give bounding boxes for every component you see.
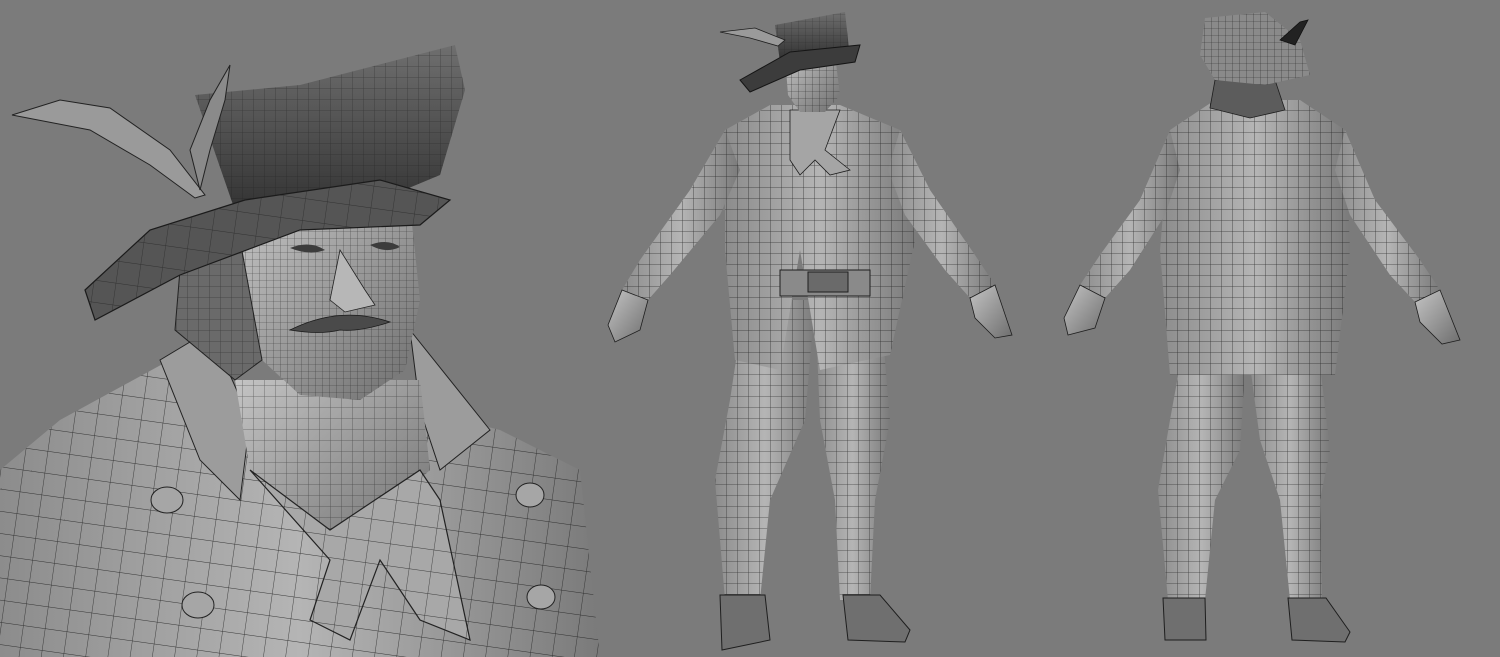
front-view <box>607 12 1013 651</box>
back-tricorn-hat <box>1200 12 1310 85</box>
render-canvas <box>0 12 1461 657</box>
closeup-view <box>0 45 600 657</box>
back-view <box>1063 12 1461 643</box>
back-legs <box>1158 365 1330 600</box>
closeup-feather <box>11 64 231 199</box>
back-coat <box>1160 100 1350 375</box>
turnaround-sheet <box>0 0 1500 657</box>
front-feather <box>719 27 786 47</box>
back-shoes <box>1162 597 1351 643</box>
front-shoes <box>719 594 911 651</box>
